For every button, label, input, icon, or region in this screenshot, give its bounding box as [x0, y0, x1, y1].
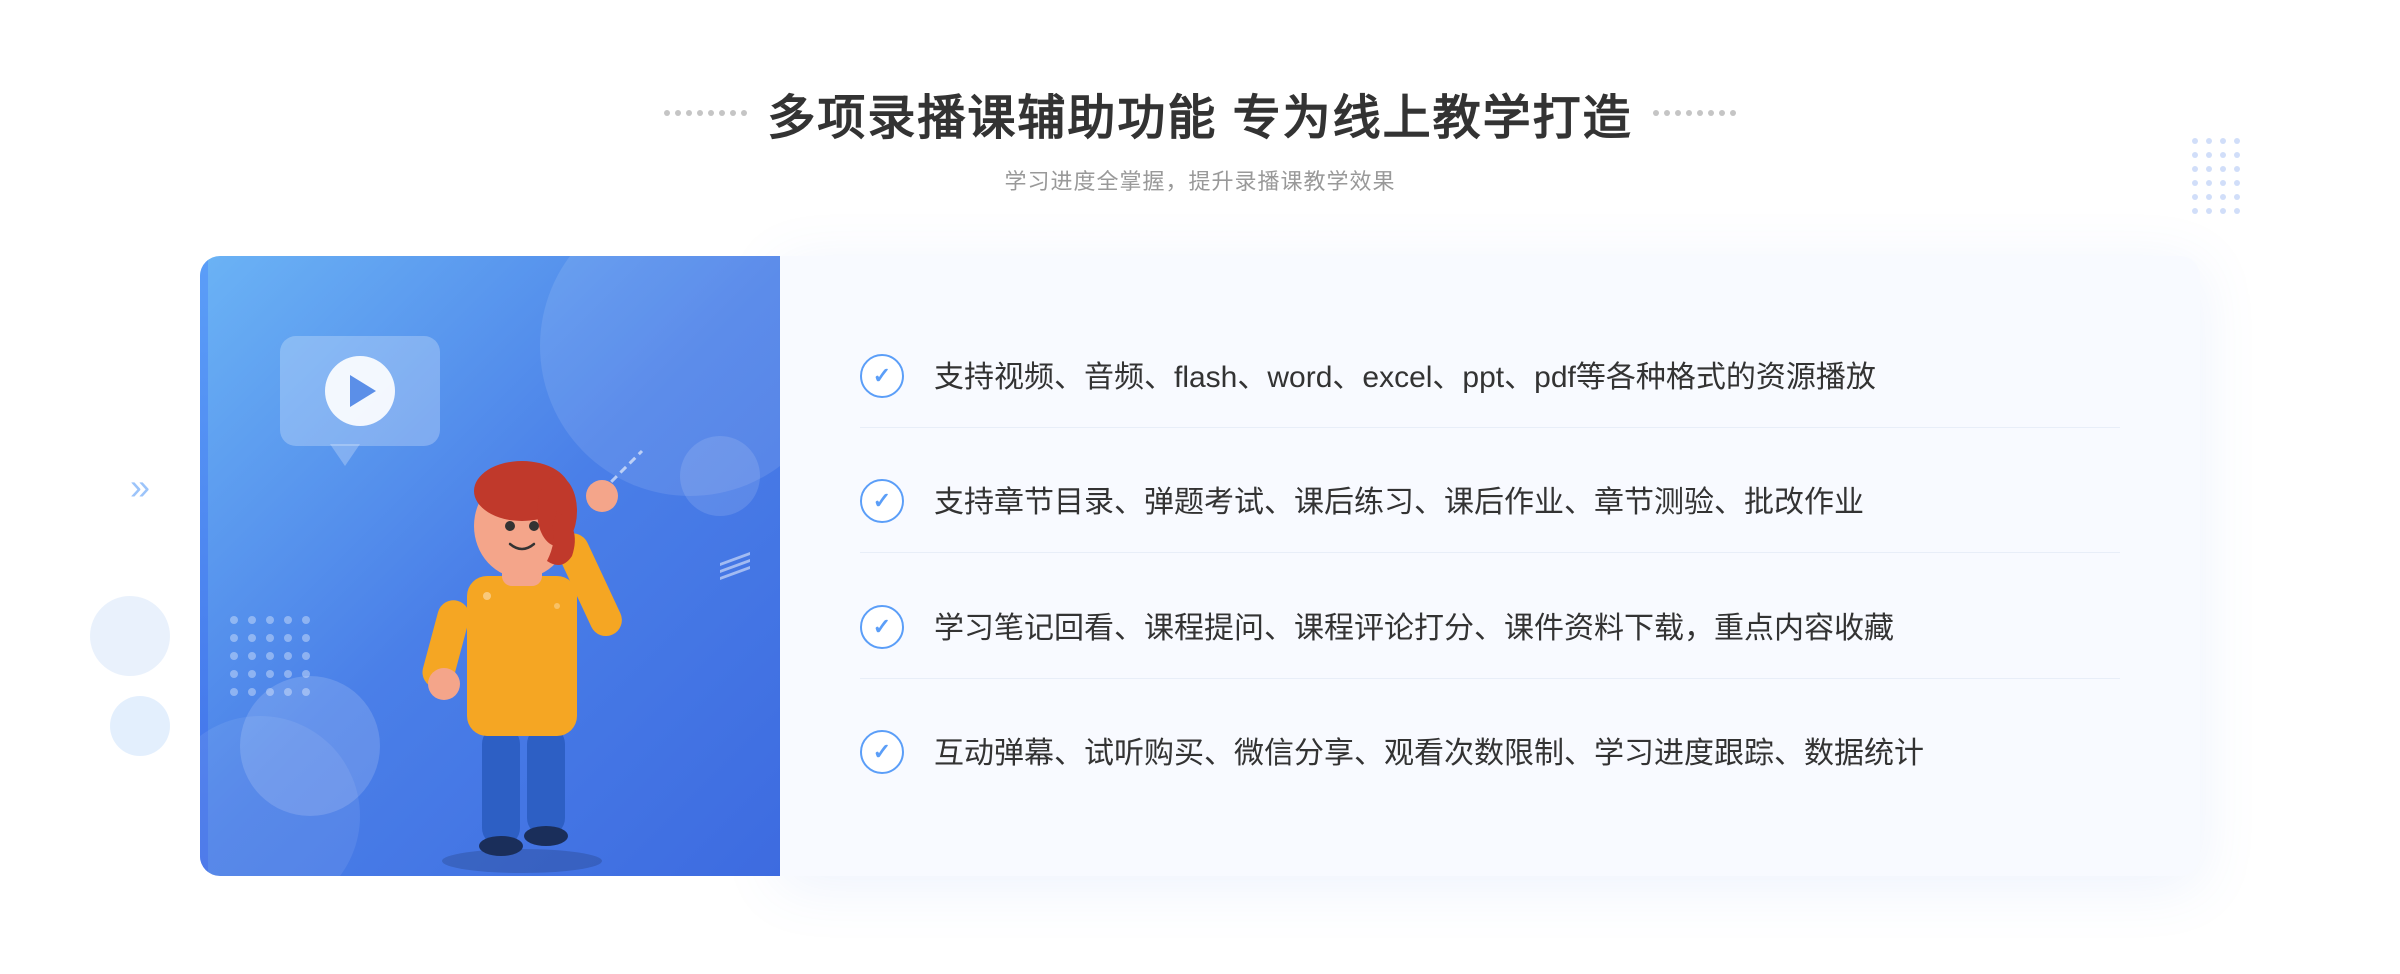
check-mark-3: ✓ [873, 616, 891, 638]
check-mark-2: ✓ [873, 490, 891, 512]
chevron-decoration [720, 558, 750, 575]
header-section: 多项录播课辅助功能 专为线上教学打造 学习进度全掌握，提升录播课教学效果 [0, 78, 2400, 196]
check-mark-1: ✓ [873, 365, 891, 387]
deco-circle-medium [680, 436, 760, 516]
check-icon-2: ✓ [860, 479, 904, 523]
page-subtitle: 学习进度全掌握，提升录播课教学效果 [0, 164, 2400, 196]
title-deco-right [1653, 110, 1736, 116]
page-container: » 多项录播课辅助功能 专为线上教学打造 学习进度全掌握，提升录播课教学效果 [0, 18, 2400, 956]
illustration-panel [200, 256, 780, 876]
content-area: ✓ 支持视频、音频、flash、word、excel、ppt、pdf等各种格式的… [0, 256, 2400, 876]
check-icon-4: ✓ [860, 730, 904, 774]
check-icon-3: ✓ [860, 605, 904, 649]
check-icon-1: ✓ [860, 354, 904, 398]
deco-circle-illustration [240, 676, 380, 816]
feature-item-3: ✓ 学习笔记回看、课程提问、课程评论打分、课件资料下载，重点内容收藏 [860, 580, 2120, 679]
title-deco-left [664, 110, 747, 116]
deco-circle-small [110, 696, 170, 756]
deco-circle-large [90, 596, 170, 676]
feature-text-2: 支持章节目录、弹题考试、课后练习、课后作业、章节测验、批改作业 [934, 479, 2120, 527]
accent-bar [200, 256, 208, 876]
title-row: 多项录播课辅助功能 专为线上教学打造 [0, 78, 2400, 148]
check-mark-4: ✓ [873, 741, 891, 763]
feature-item-4: ✓ 互动弹幕、试听购买、微信分享、观看次数限制、学习进度跟踪、数据统计 [860, 705, 2120, 803]
person-illustration [362, 396, 682, 876]
feature-item-1: ✓ 支持视频、音频、flash、word、excel、ppt、pdf等各种格式的… [860, 329, 2120, 428]
content-panel: ✓ 支持视频、音频、flash、word、excel、ppt、pdf等各种格式的… [780, 256, 2200, 876]
left-arrow-decoration: » [130, 466, 150, 508]
feature-text-1: 支持视频、音频、flash、word、excel、ppt、pdf等各种格式的资源… [934, 354, 2120, 402]
feature-item-2: ✓ 支持章节目录、弹题考试、课后练习、课后作业、章节测验、批改作业 [860, 454, 2120, 553]
feature-text-3: 学习笔记回看、课程提问、课程评论打分、课件资料下载，重点内容收藏 [934, 605, 2120, 653]
page-title: 多项录播课辅助功能 专为线上教学打造 [767, 78, 1632, 148]
feature-text-4: 互动弹幕、试听购买、微信分享、观看次数限制、学习进度跟踪、数据统计 [934, 730, 2120, 778]
